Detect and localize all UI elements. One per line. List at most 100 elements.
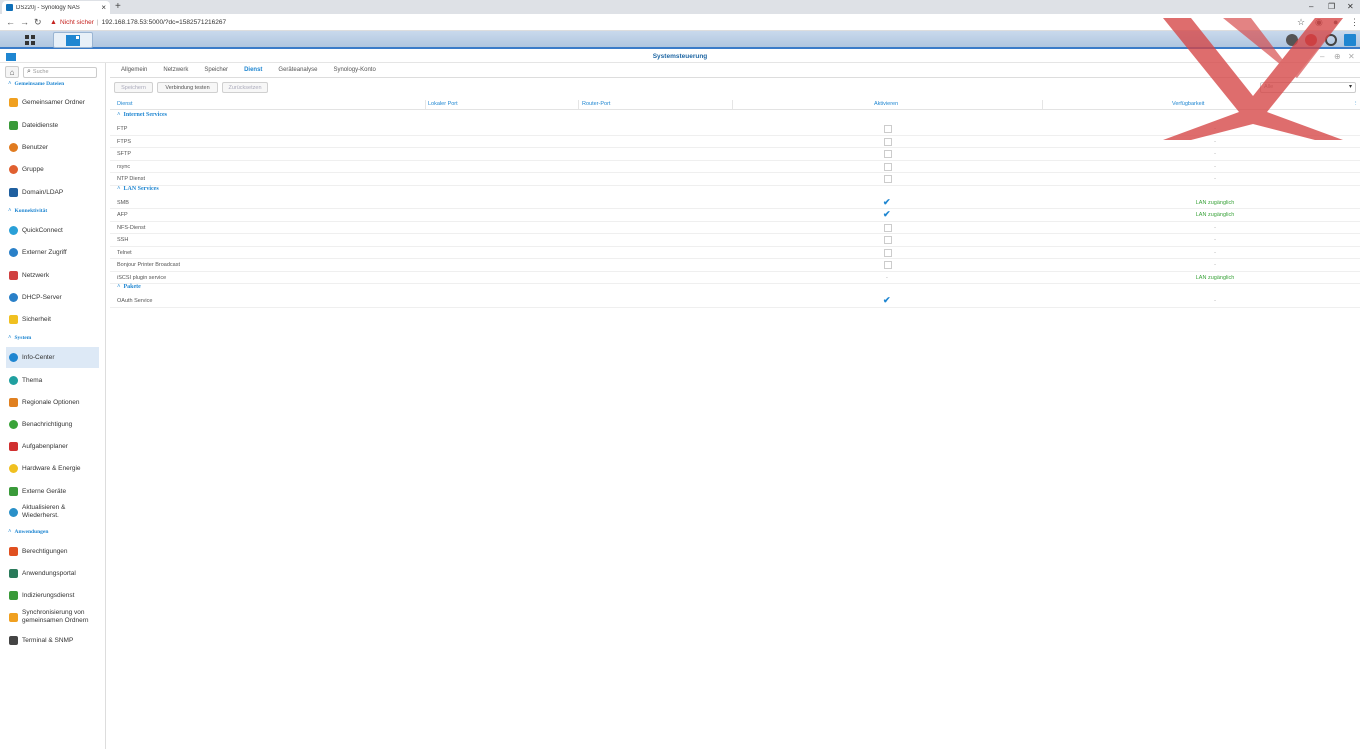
sidebar-item-sicherheit[interactable]: Sicherheit xyxy=(6,315,99,324)
user-icon[interactable] xyxy=(1305,34,1317,46)
sidebar-item-terminal-snmp[interactable]: Terminal & SNMP xyxy=(6,636,99,645)
browser-tab[interactable]: DS220j - Synology NAS × xyxy=(2,1,110,14)
enable-checkbox[interactable] xyxy=(884,162,892,171)
sidebar-item-benutzer[interactable]: Benutzer xyxy=(6,143,99,152)
sidebar-item-info-center[interactable]: Info-Center xyxy=(6,347,99,368)
table-row[interactable]: FTPS - xyxy=(110,136,1360,148)
sidebar-item-hardware-energie[interactable]: Hardware & Energie xyxy=(6,464,99,473)
enable-checkbox[interactable] xyxy=(884,137,892,146)
minimize-window-icon[interactable]: – xyxy=(1309,1,1313,13)
save-button[interactable]: Speichern xyxy=(114,82,153,93)
sidebar-item-thema[interactable]: Thema xyxy=(6,376,99,385)
close-tab-icon[interactable]: × xyxy=(101,3,106,12)
enable-checkbox-checked[interactable]: ✔ xyxy=(883,197,891,208)
maximize-icon[interactable]: ⊕ xyxy=(1334,52,1341,62)
test-connection-button[interactable]: Verbindung testen xyxy=(157,82,218,93)
profile-icon[interactable]: ● xyxy=(1333,16,1338,28)
enable-checkbox[interactable] xyxy=(884,150,892,158)
section-konnektivitaet[interactable]: ^ Konnektivität xyxy=(8,208,47,214)
sidebar-item-benachrichtigung[interactable]: Benachrichtigung xyxy=(6,420,99,429)
tab-allgemein[interactable]: Allgemein xyxy=(110,63,155,78)
tab-geraeteanalyse[interactable]: Geräteanalyse xyxy=(270,63,325,78)
group-header[interactable]: ^ LAN Services xyxy=(117,186,159,192)
widgets-icon[interactable] xyxy=(1344,34,1356,46)
chat-icon[interactable] xyxy=(1286,34,1298,46)
sidebar-item-synchronisierung[interactable]: Synchronisierung von gemeinsamen Ordnern xyxy=(6,609,99,625)
close-window-icon[interactable]: ✕ xyxy=(1347,1,1354,13)
search-icon[interactable] xyxy=(1325,34,1337,46)
table-row[interactable]: FTP - xyxy=(110,123,1360,136)
table-row[interactable]: OAuth Service ✔ - xyxy=(110,295,1360,308)
search-input[interactable]: ⌕ Suche xyxy=(23,66,97,78)
sidebar-item-dhcp-server[interactable]: DHCP-Server xyxy=(6,293,99,302)
table-row[interactable]: rsync - xyxy=(110,161,1360,173)
sidebar-item-berechtigungen[interactable]: Berechtigungen xyxy=(6,547,99,556)
taskbar-systemsteuerung-button[interactable] xyxy=(53,32,93,48)
control-panel-icon xyxy=(66,34,80,46)
bookmark-star-icon[interactable]: ☆ xyxy=(1297,16,1305,28)
url-field[interactable]: ▲ Nicht sicher | 192.168.178.53:5000/?dc… xyxy=(50,17,226,28)
main-menu-button[interactable] xyxy=(10,32,50,48)
table-row[interactable]: SSH - xyxy=(110,234,1360,247)
column-menu-icon[interactable]: ⋮ xyxy=(1353,101,1359,107)
sidebar-item-indizierungsdienst[interactable]: Indizierungsdienst xyxy=(6,591,99,600)
tab-dienst[interactable]: Dienst xyxy=(236,63,270,78)
table-row[interactable]: NFS-Dienst - xyxy=(110,222,1360,234)
group-header[interactable]: ^ Pakete xyxy=(117,284,141,290)
sidebar-item-gruppe[interactable]: Gruppe xyxy=(6,165,99,174)
back-arrow-icon[interactable]: ← xyxy=(6,16,15,28)
tab-netzwerk[interactable]: Netzwerk xyxy=(155,63,196,78)
sidebar-item-aktualisieren[interactable]: Aktualisieren & Wiederherst. xyxy=(6,504,99,520)
table-row[interactable]: SFTP - xyxy=(110,148,1360,161)
enable-checkbox-checked[interactable]: ✔ xyxy=(883,209,891,220)
sidebar-item-netzwerk[interactable]: Netzwerk xyxy=(6,271,99,280)
column-lokaler-port[interactable]: Lokaler Port xyxy=(428,101,458,107)
column-dienst[interactable]: Dienst xyxy=(117,101,133,107)
forward-arrow-icon[interactable]: → xyxy=(20,16,29,28)
group-header[interactable]: ^ Internet Services xyxy=(117,112,167,118)
section-system[interactable]: ^ System xyxy=(8,335,31,341)
close-icon[interactable]: ✕ xyxy=(1348,52,1355,62)
table-row[interactable]: SMB ✔ LAN zugänglich xyxy=(110,197,1360,209)
enable-checkbox[interactable] xyxy=(884,261,892,269)
enable-checkbox-checked[interactable]: ✔ xyxy=(883,295,891,306)
browser-menu-icon[interactable]: ⋮ xyxy=(1350,16,1359,28)
sidebar-item-domain-ldap[interactable]: Domain/LDAP xyxy=(6,188,99,197)
shield-icon xyxy=(9,315,18,324)
enable-checkbox[interactable] xyxy=(884,175,892,183)
sidebar-item-externe-geraete[interactable]: Externe Geräte xyxy=(6,487,99,496)
table-row[interactable]: AFP ✔ LAN zugänglich xyxy=(110,209,1360,222)
enable-checkbox[interactable] xyxy=(884,236,892,244)
availability-status: - xyxy=(1214,126,1216,132)
tab-speicher[interactable]: Speicher xyxy=(196,63,236,78)
new-tab-button[interactable]: + xyxy=(115,1,121,13)
tab-synology-konto[interactable]: Synology-Konto xyxy=(325,63,383,78)
sidebar-item-gemeinsamer-ordner[interactable]: Gemeinsamer Ordner xyxy=(6,98,99,107)
section-anwendungen[interactable]: ^ Anwendungen xyxy=(8,529,48,535)
availability-status: LAN zugänglich xyxy=(1195,274,1235,281)
home-button[interactable]: ⌂ xyxy=(5,66,19,78)
column-router-port[interactable]: Router-Port xyxy=(582,101,610,107)
sidebar-item-dateidienste[interactable]: Dateidienste xyxy=(6,121,99,130)
section-gemeinsame-dateien[interactable]: ^ Gemeinsame Dateien xyxy=(8,81,64,87)
extension-icon[interactable]: ◉ xyxy=(1315,16,1323,28)
sidebar-item-regionale-optionen[interactable]: Regionale Optionen xyxy=(6,398,99,407)
sidebar-item-externer-zugriff[interactable]: Externer Zugriff xyxy=(6,248,99,257)
column-verfuegbarkeit[interactable]: Verfügbarkeit xyxy=(1172,101,1204,107)
enable-checkbox[interactable] xyxy=(884,248,892,257)
enable-checkbox[interactable] xyxy=(884,125,892,133)
reload-icon[interactable]: ↻ xyxy=(34,16,42,28)
table-row[interactable]: Telnet - xyxy=(110,247,1360,259)
sidebar-item-anwendungsportal[interactable]: Anwendungsportal xyxy=(6,569,99,578)
maximize-window-icon[interactable]: ❐ xyxy=(1328,1,1335,13)
enable-checkbox[interactable] xyxy=(884,223,892,232)
minimize-icon[interactable]: – xyxy=(1320,52,1324,62)
table-row[interactable]: Bonjour Printer Broadcast - xyxy=(110,259,1360,272)
reset-button[interactable]: Zurücksetzen xyxy=(222,82,268,93)
sidebar-item-aufgabenplaner[interactable]: Aufgabenplaner xyxy=(6,442,99,451)
filter-select[interactable]: Alle ▾ xyxy=(1260,82,1356,93)
column-aktivieren[interactable]: Aktivieren xyxy=(874,101,898,107)
sidebar-item-quickconnect[interactable]: QuickConnect xyxy=(6,226,99,235)
table-row[interactable]: NTP Dienst - xyxy=(110,173,1360,186)
table-row[interactable]: iSCSI plugin service - LAN zugänglich xyxy=(110,272,1360,284)
